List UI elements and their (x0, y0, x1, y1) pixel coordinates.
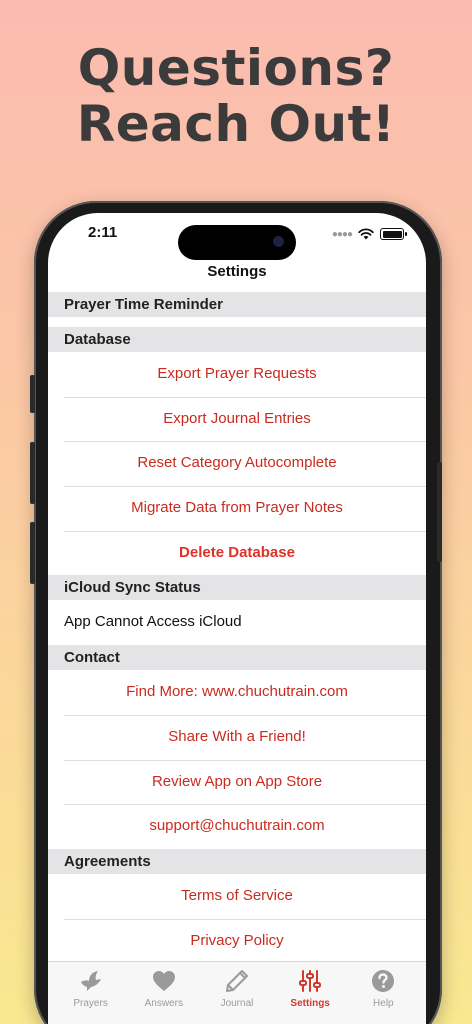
status-bar: 2:11 ●●●● (48, 213, 426, 260)
tab-settings[interactable]: Settings (275, 968, 345, 1024)
wifi-icon (358, 228, 374, 240)
section-header-agreements: Agreements (48, 848, 426, 874)
pencil-icon (225, 970, 248, 992)
phone-silent-switch (30, 375, 35, 413)
heart-icon (152, 971, 175, 991)
status-icons: ●●●● (331, 227, 407, 241)
signal-dots-icon: ●●●● (331, 228, 353, 240)
promo-headline-line2: Reach Out! (76, 95, 396, 153)
page-title: Settings (207, 263, 267, 280)
tab-help[interactable]: Help (348, 968, 418, 1024)
tab-journal-label: Journal (220, 998, 254, 1009)
tab-answers-label: Answers (144, 998, 183, 1009)
section-header-database: Database (48, 327, 426, 352)
phone-power-button (437, 462, 442, 562)
support-email-link[interactable]: support@chuchutrain.com (48, 804, 426, 849)
delete-database-button[interactable]: Delete Database (48, 530, 426, 576)
tab-settings-label: Settings (290, 998, 330, 1009)
privacy-policy-link[interactable]: Privacy Policy (48, 918, 426, 964)
dynamic-island (178, 225, 296, 260)
sliders-icon (299, 970, 322, 992)
export-prayer-requests-button[interactable]: Export Prayer Requests (48, 352, 426, 397)
migrate-data-button[interactable]: Migrate Data from Prayer Notes (48, 486, 426, 531)
section-header-prayer-time[interactable]: Prayer Time Reminder (48, 292, 426, 317)
promo-headline: Questions? Reach Out! (0, 40, 472, 152)
dove-icon (80, 971, 101, 991)
review-app-button[interactable]: Review App on App Store (48, 759, 426, 805)
camera-icon (273, 236, 284, 247)
tab-answers[interactable]: Answers (129, 968, 199, 1024)
reset-category-autocomplete-button[interactable]: Reset Category Autocomplete (48, 441, 426, 486)
phone-volume-down (30, 522, 35, 584)
tab-prayers-label: Prayers (73, 998, 108, 1009)
tab-journal[interactable]: Journal (202, 968, 272, 1024)
battery-icon (380, 228, 407, 240)
tab-bar: Prayers Answers Journal Settings Help (48, 961, 426, 1024)
promo-headline-line1: Questions? (77, 39, 395, 97)
find-more-link[interactable]: Find More: www.chuchutrain.com (48, 670, 426, 715)
settings-list: Prayer Time Reminder Database Export Pra… (48, 292, 426, 963)
export-journal-entries-button[interactable]: Export Journal Entries (48, 396, 426, 442)
share-with-friend-button[interactable]: Share With a Friend! (48, 714, 426, 760)
tab-help-label: Help (373, 998, 394, 1009)
phone-volume-up (30, 442, 35, 504)
phone-screen: 2:11 ●●●● Settings Prayer Time Reminder … (48, 213, 426, 1024)
icloud-status-text: App Cannot Access iCloud (64, 613, 242, 631)
tab-prayers[interactable]: Prayers (56, 968, 126, 1024)
terms-of-service-link[interactable]: Terms of Service (48, 874, 426, 919)
section-header-icloud: iCloud Sync Status (48, 575, 426, 601)
status-time: 2:11 (88, 224, 118, 241)
section-header-contact: Contact (48, 645, 426, 671)
question-circle-icon (372, 970, 395, 992)
